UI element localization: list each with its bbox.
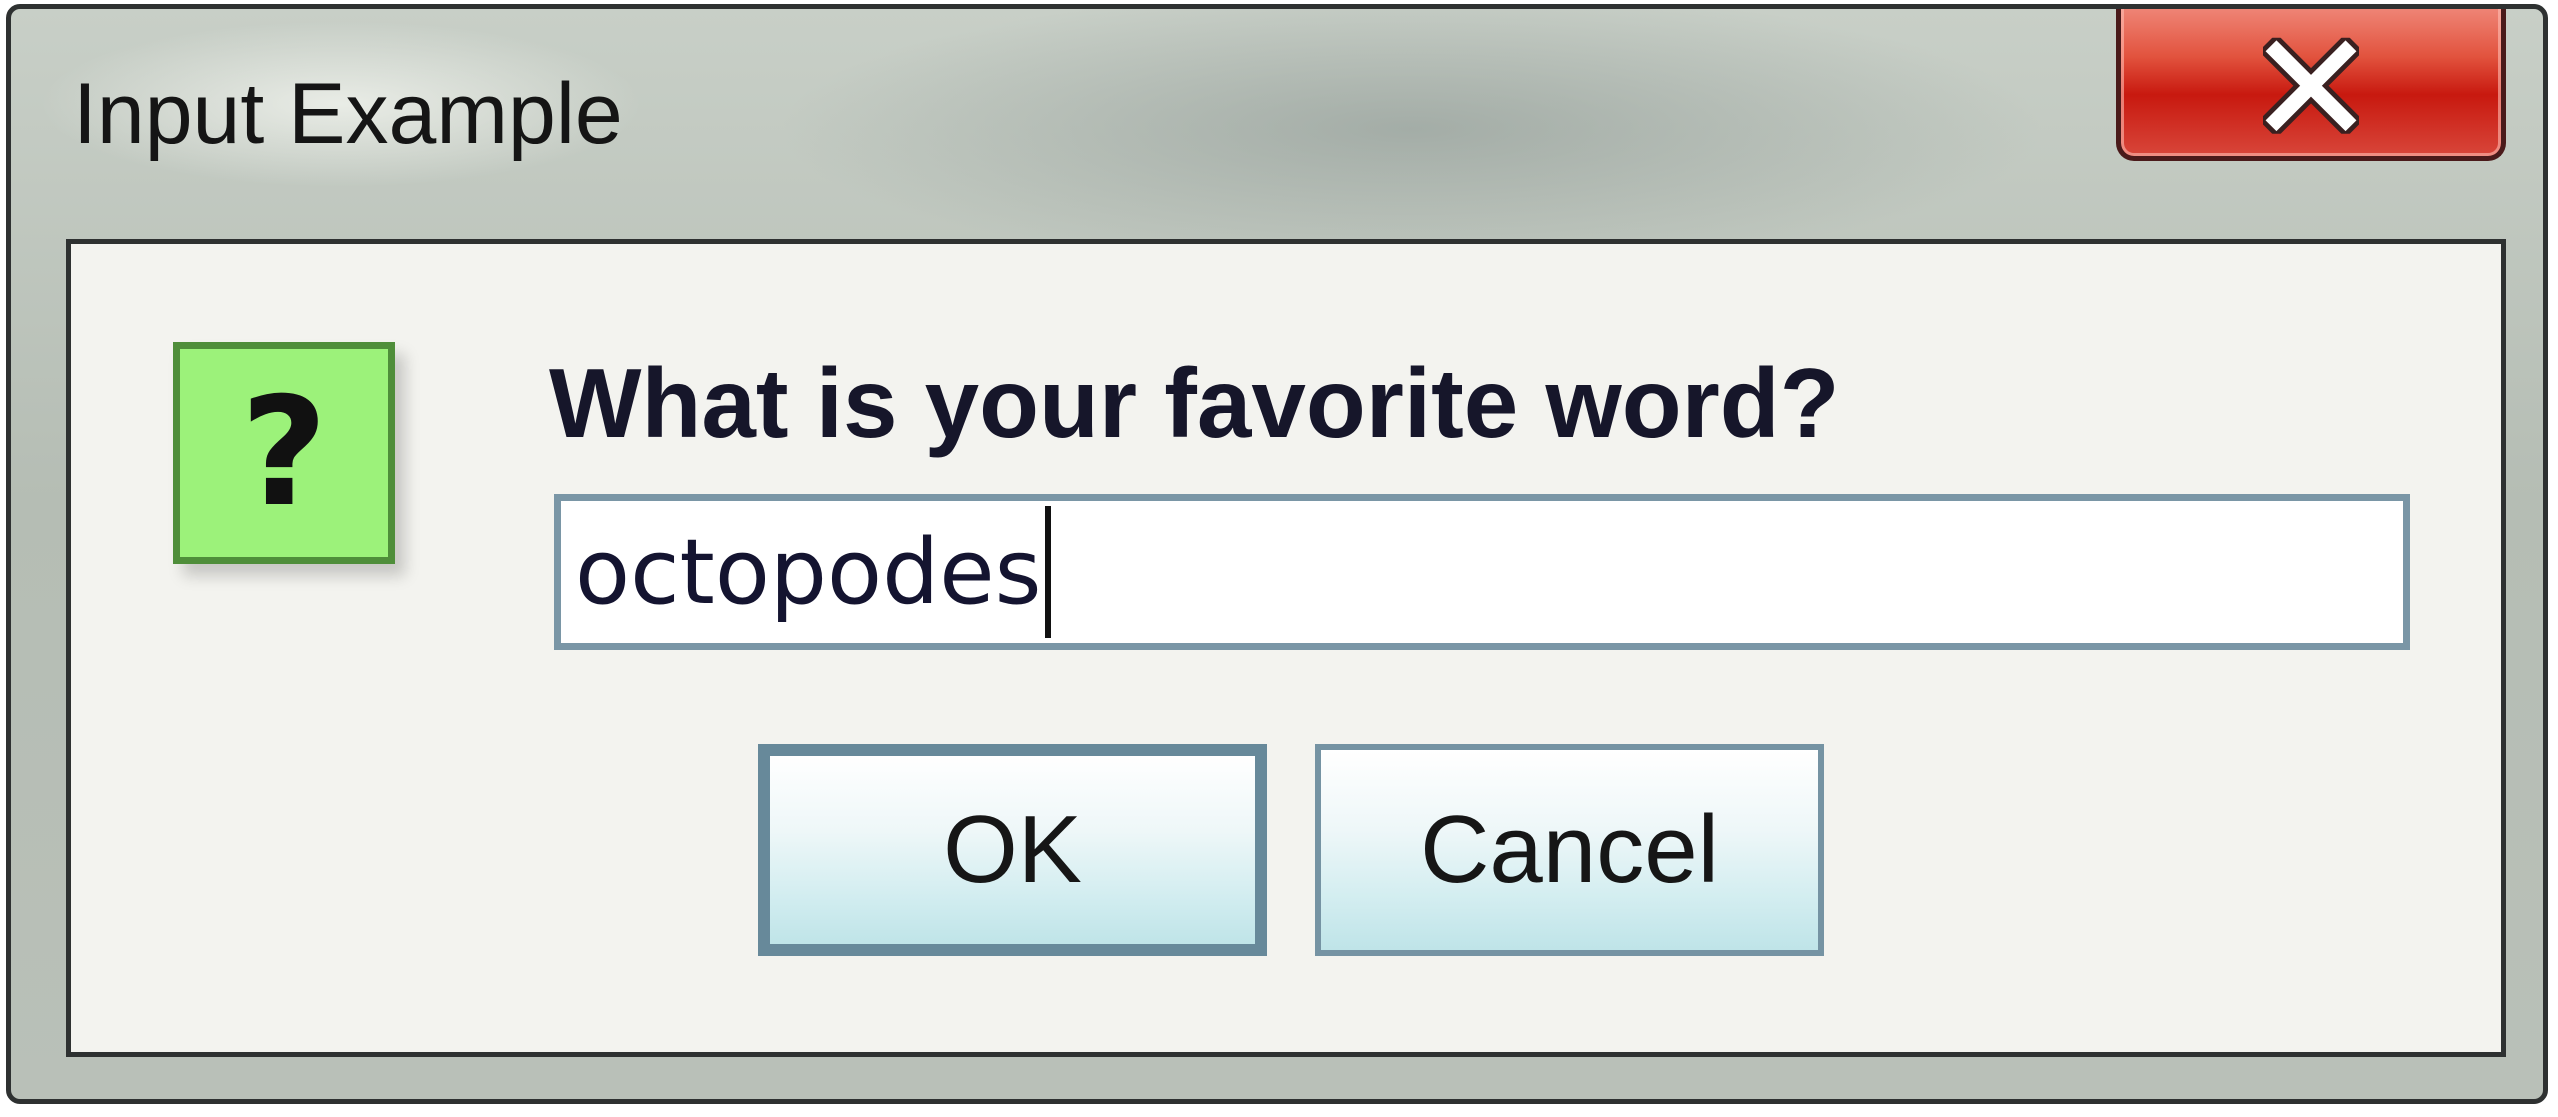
prompt-label: What is your favorite word? [549, 348, 1840, 458]
input-dialog-window: Input Example ? What is your favorite wo… [6, 4, 2548, 1104]
ok-button[interactable]: OK [758, 744, 1267, 956]
cancel-button[interactable]: Cancel [1315, 744, 1824, 956]
favorite-word-input[interactable]: octopodes [554, 494, 2410, 650]
question-mark-glyph: ? [240, 366, 328, 540]
text-caret [1045, 506, 1052, 638]
dialog-content-panel: ? What is your favorite word? octopodes … [66, 239, 2506, 1057]
close-icon [2263, 37, 2359, 134]
close-button[interactable] [2116, 9, 2506, 161]
input-value: octopodes [575, 519, 1042, 625]
window-title: Input Example [73, 66, 623, 162]
question-icon: ? [173, 342, 395, 564]
